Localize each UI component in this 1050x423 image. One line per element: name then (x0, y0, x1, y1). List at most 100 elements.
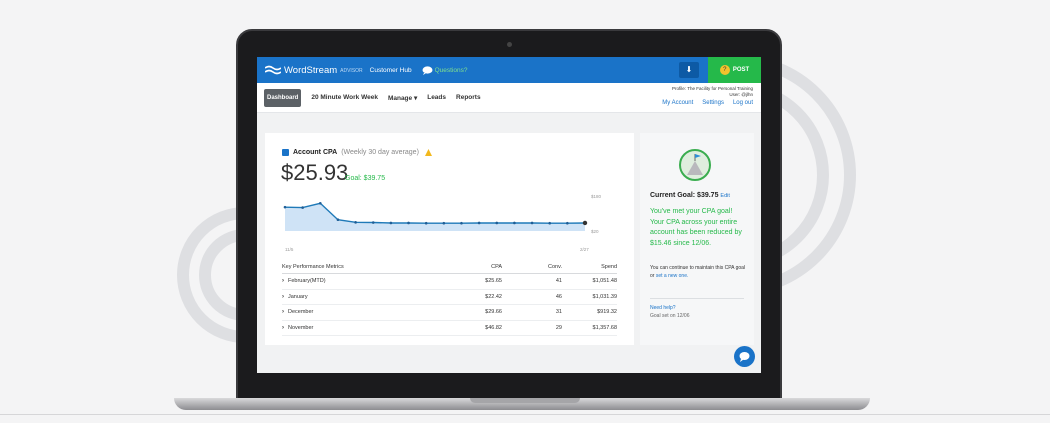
row-spend: $1,051.48 (592, 278, 617, 285)
nav-bar: Dashboard 20 Minute Work Week Manage ▾ L… (257, 83, 761, 113)
chart-point (477, 221, 481, 225)
chat-bubble-icon (422, 65, 433, 75)
row-cpa: $22.42 (485, 293, 502, 300)
user-line: User: @jlhn (729, 92, 753, 97)
cpa-value: $25.93 (281, 160, 349, 185)
row-spend: $1,031.39 (592, 293, 617, 300)
webcam (507, 42, 512, 47)
warning-icon[interactable] (424, 149, 432, 156)
current-goal: Current Goal: $39.75 Edit (650, 192, 730, 199)
kpi-row-name: › November (282, 325, 442, 331)
download-button[interactable]: ⬇ (679, 62, 699, 78)
chart-point (442, 221, 446, 225)
tip-badge-icon: ? (719, 65, 730, 75)
kpi-header-row: Key Performance Metrics CPA Conv. Spend (282, 261, 617, 274)
account-links: My Account Settings Log out (662, 100, 753, 106)
goal-met-message: You've met your CPA goal! Your CPA acros… (650, 208, 742, 247)
row-label: February(MTD) (288, 278, 326, 285)
chart-point (407, 221, 410, 225)
top-bar: WordStream ADVISOR Customer Hub Question… (257, 57, 761, 83)
post-button[interactable]: ? POST (708, 57, 761, 83)
kpi-row-name: › January (282, 294, 442, 300)
need-help-link[interactable]: Need help? (650, 305, 676, 311)
settings-link[interactable]: Settings (702, 100, 724, 106)
brand-subtitle: ADVISOR (340, 68, 363, 74)
logout-link[interactable]: Log out (733, 100, 753, 106)
chevron-right-icon[interactable]: › (282, 278, 284, 284)
kpi-row-name: › December (282, 309, 442, 315)
table-row[interactable]: › November $46.82 29 $1,357.68 (282, 321, 617, 336)
chart-point (318, 201, 322, 205)
row-conv: 29 (555, 324, 562, 331)
download-icon: ⬇ (685, 65, 693, 74)
chevron-right-icon[interactable]: › (282, 309, 284, 315)
kpi-row-name: › February(MTD) (282, 278, 442, 284)
kpi-header-spend: Spend (601, 264, 617, 270)
kpi-header-conv: Conv. (548, 264, 562, 270)
divider (650, 298, 744, 299)
table-row[interactable]: › February(MTD) $25.65 41 $1,051.48 (282, 274, 617, 290)
row-spend: $1,357.68 (592, 324, 617, 331)
table-row[interactable]: › January $22.42 46 $1,031.39 (282, 290, 617, 305)
table-row[interactable]: › December $29.66 31 $919.32 (282, 305, 617, 321)
customer-hub-link[interactable]: Customer Hub (370, 67, 412, 74)
cpa-line-chart: $180 $20 11/5 2/27 (283, 194, 602, 252)
post-label: POST (732, 67, 750, 73)
row-label: December (288, 309, 314, 316)
chart-area (285, 203, 585, 231)
y-tick-bottom: $20 (591, 229, 599, 234)
chart-point (336, 218, 340, 222)
my-account-link[interactable]: My Account (662, 100, 693, 106)
kpi-header-metrics: Key Performance Metrics (282, 264, 344, 270)
chat-button[interactable] (734, 346, 755, 367)
nav-item-leads[interactable]: Leads (427, 94, 446, 101)
chart-point (371, 221, 375, 224)
goal-inline: Goal: $39.75 (345, 175, 386, 182)
profile-info: Profile: The Facility for Personal Train… (672, 86, 753, 98)
chart-point (566, 221, 569, 225)
checkbox-icon[interactable] (282, 149, 289, 156)
row-conv: 31 (555, 309, 562, 316)
questions-link[interactable]: Questions? (435, 67, 468, 74)
chart-point (582, 220, 588, 226)
row-cpa: $29.66 (485, 309, 502, 316)
nav-item-manage[interactable]: Manage ▾ (388, 94, 417, 102)
set-new-goal-link[interactable]: set a new one. (656, 273, 689, 279)
nav-item-dashboard[interactable]: Dashboard (264, 88, 302, 107)
row-cpa: $46.82 (485, 324, 502, 331)
chart-point (424, 221, 428, 225)
row-conv: 46 (555, 293, 562, 300)
y-tick-top: $180 (591, 194, 602, 199)
edit-goal-link[interactable]: Edit (720, 193, 729, 199)
card-title: Account CPA (293, 149, 338, 156)
maintain-message: You can continue to maintain this CPA go… (650, 265, 746, 280)
laptop-notch (470, 398, 580, 403)
card-subtitle: (Weekly 30 day average) (341, 149, 419, 156)
chart-point (460, 221, 463, 225)
app-screen: WordStream ADVISOR Customer Hub Question… (257, 57, 761, 373)
nav-item-20-minute-work-week[interactable]: 20 Minute Work Week (311, 94, 378, 101)
chart-point (354, 221, 357, 224)
chart-point (513, 221, 516, 225)
account-cpa-card: Account CPA (Weekly 30 day average) $25.… (265, 133, 634, 345)
row-spend: $919.32 (597, 309, 617, 316)
chart-point (389, 221, 393, 225)
row-label: November (288, 324, 314, 331)
goal-set-date: Goal set on 12/06 (650, 313, 690, 319)
x-tick-start: 11/5 (285, 247, 294, 252)
chart-point (530, 221, 534, 225)
kpi-table: Key Performance Metrics CPA Conv. Spend … (282, 261, 617, 336)
nav-item-reports[interactable]: Reports (456, 94, 481, 101)
row-cpa: $25.65 (485, 278, 502, 285)
row-conv: 41 (555, 278, 562, 285)
floor-line (0, 414, 1050, 415)
kpi-header-cpa: CPA (491, 264, 502, 270)
row-label: January (288, 293, 308, 300)
chevron-right-icon[interactable]: › (282, 294, 284, 300)
chart-point (548, 221, 552, 225)
chevron-right-icon[interactable]: › (282, 325, 284, 331)
brand-name[interactable]: WordStream (284, 65, 337, 76)
goal-panel: Current Goal: $39.75 Edit You've met you… (640, 133, 754, 345)
goal-flag-badge-icon (679, 149, 711, 181)
chart-point (301, 206, 304, 209)
